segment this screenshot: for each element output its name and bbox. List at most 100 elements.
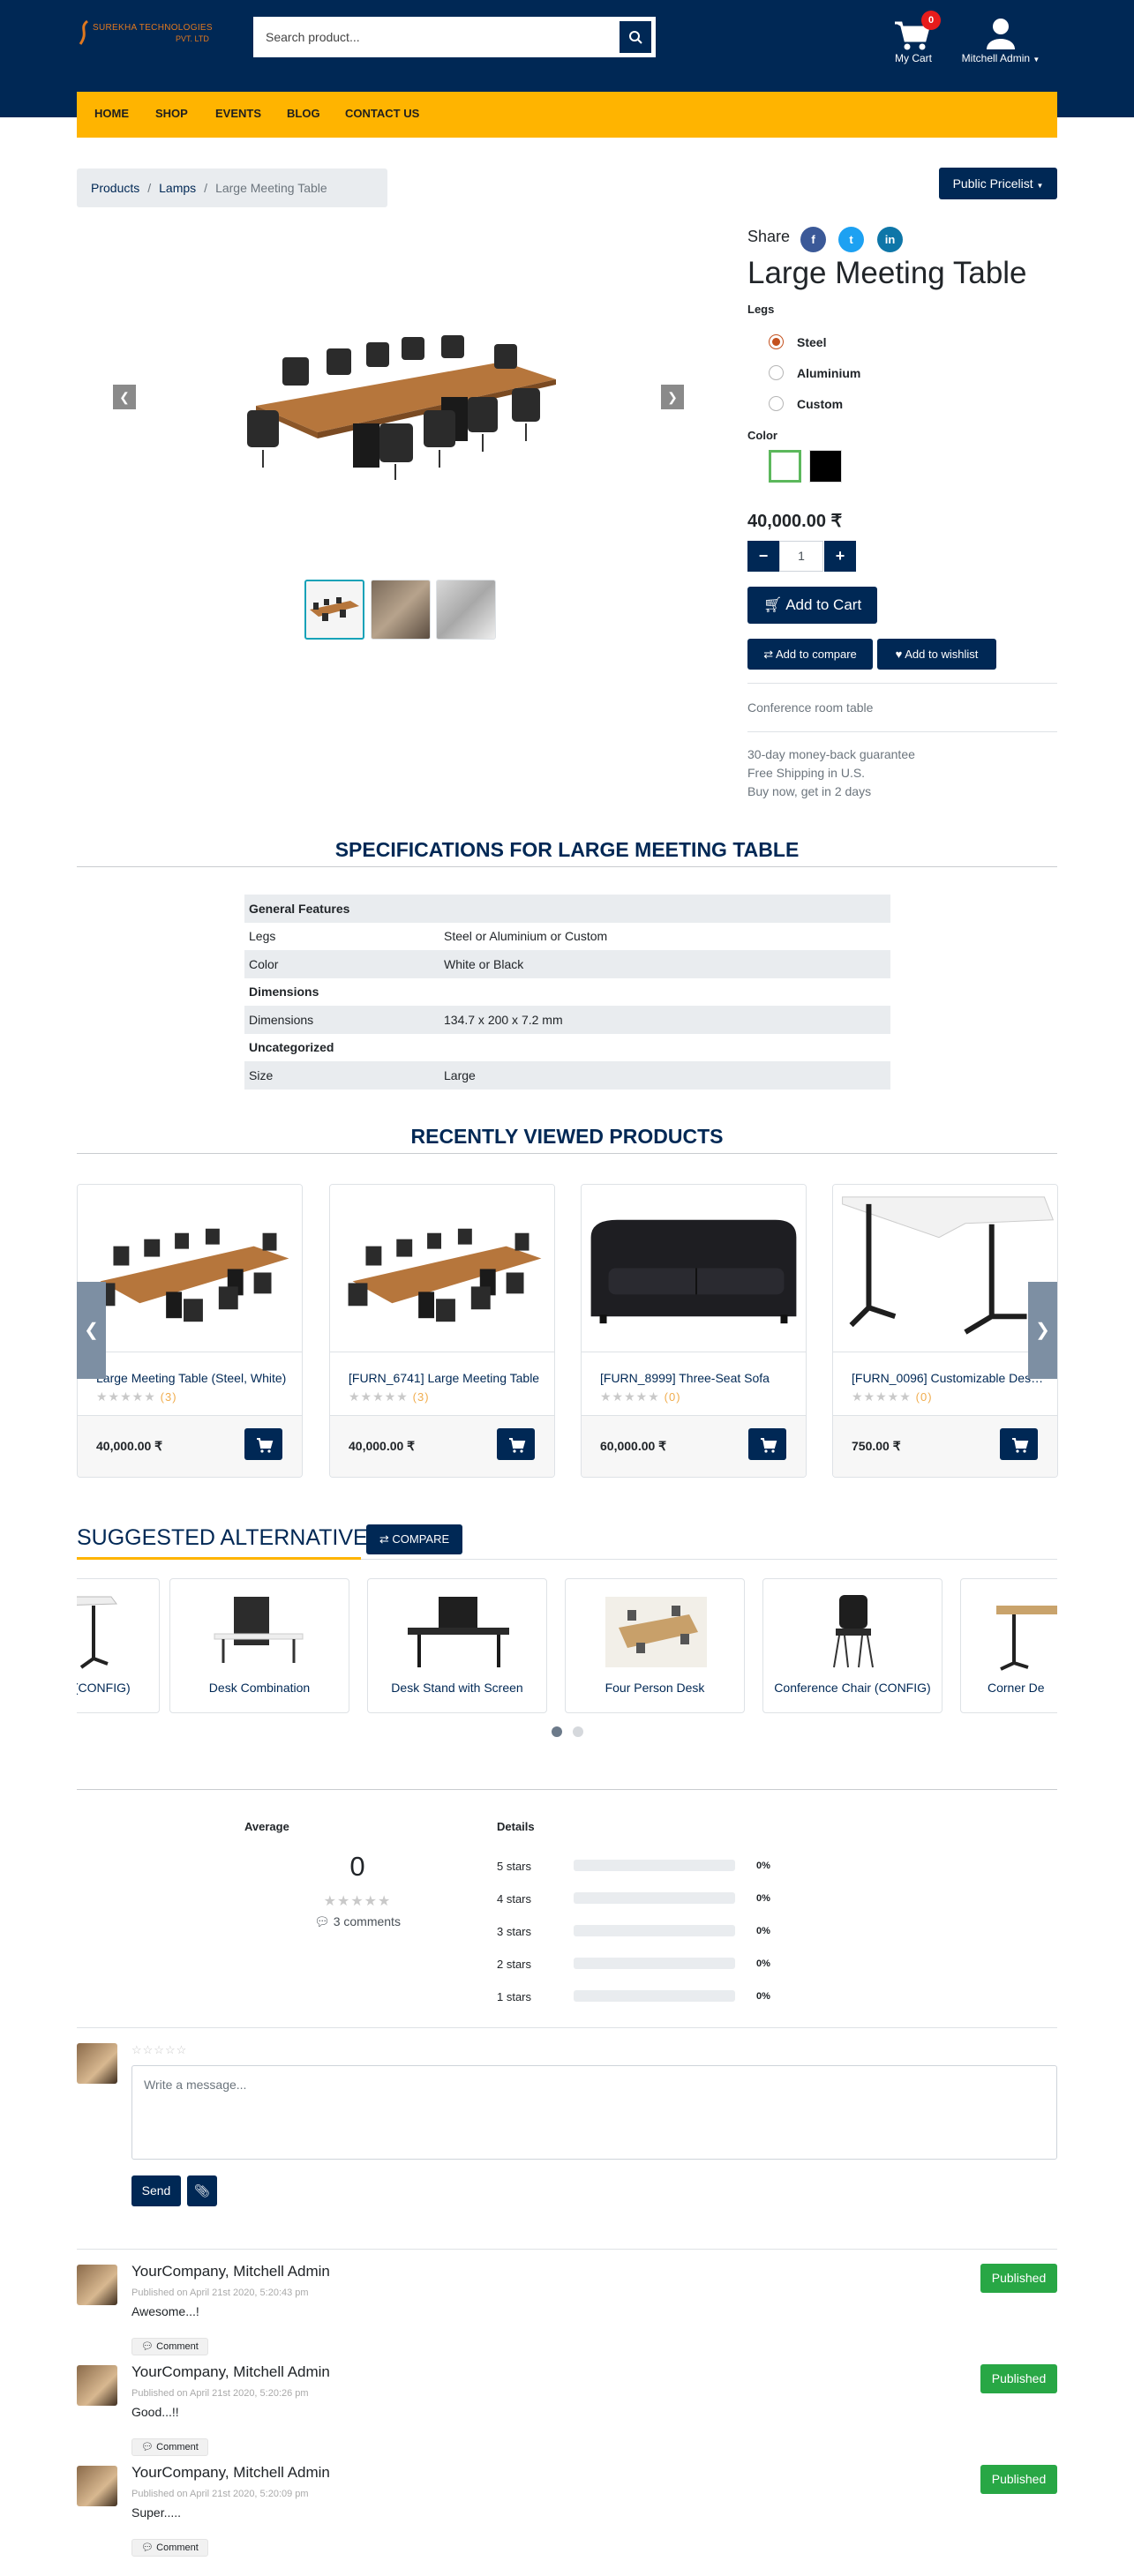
divider xyxy=(77,1153,1057,1154)
product-card-rating: ★★★★★ (0) xyxy=(852,1389,933,1404)
comment-reply-button[interactable]: 💬︎ Comment xyxy=(131,2338,208,2355)
color-swatch-black[interactable] xyxy=(809,450,842,483)
product-title: Large Meeting Table xyxy=(747,256,1027,290)
alternative-card[interactable]: sk (CONFIG) xyxy=(77,1578,160,1713)
thumbnail-3[interactable] xyxy=(436,580,496,640)
compare-button[interactable]: ⇄ COMPARE xyxy=(366,1524,462,1554)
spec-label: Dimensions xyxy=(244,1006,439,1034)
cart-link[interactable]: 0 My Cart xyxy=(890,11,941,69)
add-to-compare-button[interactable]: ⇄ Add to compare xyxy=(747,639,873,670)
company-logo[interactable]: SUREKHA TECHNOLOGIES PVT. LTD xyxy=(77,19,213,49)
product-card-name[interactable]: [FURN_8999] Three-Seat Sofa xyxy=(600,1371,794,1385)
facebook-share-icon[interactable]: f xyxy=(800,227,826,252)
divider xyxy=(77,1789,1057,1790)
add-to-cart-button[interactable] xyxy=(1000,1428,1038,1460)
alternative-card[interactable]: Desk Stand with Screen xyxy=(367,1578,547,1713)
nav-events[interactable]: EVENTS xyxy=(215,107,261,120)
breadcrumb-lamps[interactable]: Lamps xyxy=(159,181,196,195)
comment-reply-button[interactable]: 💬︎ Comment xyxy=(131,2539,208,2557)
nav-shop[interactable]: SHOP xyxy=(155,107,188,120)
spec-value: Steel or Aluminium or Custom xyxy=(444,929,608,944)
carousel-next-button[interactable]: ❯ xyxy=(661,385,684,409)
product-card[interactable]: [FURN_0096] Customizable Desk (Steel, Wh… xyxy=(832,1184,1058,1478)
add-to-cart-button[interactable] xyxy=(748,1428,786,1460)
product-card-name[interactable]: [FURN_6741] Large Meeting Table xyxy=(349,1371,543,1385)
published-toggle[interactable]: Published xyxy=(980,2364,1057,2393)
quantity-input[interactable]: 1 xyxy=(779,541,823,572)
add-to-wishlist-button[interactable]: ♥ Add to wishlist xyxy=(877,639,996,670)
guarantee-money-back: 30-day money-back guarantee xyxy=(747,747,915,761)
legs-radio-steel[interactable] xyxy=(769,334,784,349)
main-nav: HOME SHOP EVENTS BLOG CONTACT US xyxy=(77,92,1057,138)
nav-blog[interactable]: BLOG xyxy=(287,107,320,120)
rating-row-label: 2 stars xyxy=(497,1958,532,1971)
details-label: Details xyxy=(497,1820,535,1833)
product-card-image xyxy=(78,1185,302,1352)
add-to-compare-label: Add to compare xyxy=(776,648,857,661)
comment-icon: 💬︎ xyxy=(314,1914,330,1928)
thumbnail-2[interactable] xyxy=(371,580,431,640)
product-card[interactable]: Large Meeting Table (Steel, White) ★★★★★… xyxy=(77,1184,303,1478)
pricelist-dropdown[interactable]: Public Pricelist ▼ xyxy=(939,168,1057,199)
nav-contact-us[interactable]: CONTACT US xyxy=(345,107,419,120)
breadcrumb-products[interactable]: Products xyxy=(91,181,139,195)
message-textarea[interactable]: Write a message... xyxy=(131,2065,1057,2160)
quantity-decrease-button[interactable]: − xyxy=(747,541,779,572)
recent-prev-button[interactable]: ❮ xyxy=(77,1282,106,1379)
product-card-name[interactable]: Large Meeting Table (Steel, White) xyxy=(96,1371,290,1385)
product-card-name[interactable]: [FURN_0096] Customizable Desk (Steel, Wh… xyxy=(852,1371,1046,1385)
search-button[interactable] xyxy=(618,19,653,55)
cart-icon xyxy=(257,1438,274,1453)
caret-down-icon: ▼ xyxy=(1033,56,1040,64)
product-card[interactable]: [FURN_8999] Three-Seat Sofa ★★★★★ (0) 60… xyxy=(581,1184,807,1478)
add-to-cart-button[interactable]: 🛒︎ Add to Cart xyxy=(747,587,877,624)
spec-label: Legs xyxy=(249,929,276,944)
average-rating-stars: ★★★★★ xyxy=(323,1894,392,1909)
comment-reply-label: Comment xyxy=(156,2341,199,2352)
alternative-card[interactable]: Conference Chair (CONFIG) xyxy=(762,1578,942,1713)
rating-input-stars[interactable]: ☆☆☆☆☆ xyxy=(131,2043,187,2057)
alternative-card[interactable]: Desk Combination xyxy=(169,1578,349,1713)
user-menu[interactable]: Mitchell Admin ▼ xyxy=(955,16,1047,72)
search-input[interactable]: Search product... xyxy=(256,19,618,55)
product-card-rating: ★★★★★ (3) xyxy=(349,1389,430,1404)
average-rating-value: 0 xyxy=(349,1851,365,1882)
legs-radio-aluminium[interactable] xyxy=(769,365,784,380)
add-to-cart-button[interactable] xyxy=(244,1428,282,1460)
published-toggle[interactable]: Published xyxy=(980,2465,1057,2494)
color-swatch-white[interactable] xyxy=(769,450,801,483)
rating-row-label: 1 stars xyxy=(497,1990,532,2003)
alternative-card[interactable]: Corner De xyxy=(960,1578,1057,1713)
spec-group-label: General Features xyxy=(244,895,439,923)
spec-value: Large xyxy=(439,1061,890,1090)
alternative-image xyxy=(996,1606,1057,1671)
linkedin-share-icon[interactable]: in xyxy=(877,227,903,252)
comment-reply-button[interactable]: 💬︎ Comment xyxy=(131,2438,208,2456)
product-card-footer: 40,000.00 ₹ xyxy=(78,1415,302,1477)
carousel-indicator[interactable] xyxy=(573,1726,583,1737)
recent-next-button[interactable]: ❯ xyxy=(1028,1282,1057,1379)
alternative-image xyxy=(833,1595,874,1668)
product-card-image xyxy=(330,1185,554,1352)
spec-value: White or Black xyxy=(439,950,890,978)
quantity-increase-button[interactable]: + xyxy=(824,541,856,572)
rating-percent: 0% xyxy=(756,1861,770,1871)
rating-row-label: 5 stars xyxy=(497,1860,532,1873)
carousel-prev-button[interactable]: ❮ xyxy=(113,385,136,409)
legs-label: Legs xyxy=(747,303,775,316)
send-button[interactable]: Send xyxy=(131,2175,181,2206)
carousel-indicator-active[interactable] xyxy=(552,1726,562,1737)
nav-home[interactable]: HOME xyxy=(94,107,129,120)
thumbnail-image xyxy=(310,597,359,621)
add-to-cart-button[interactable] xyxy=(497,1428,535,1460)
attach-button[interactable]: 📎︎ xyxy=(187,2175,217,2206)
legs-radio-custom[interactable] xyxy=(769,396,784,411)
product-card[interactable]: [FURN_6741] Large Meeting Table ★★★★★ (3… xyxy=(329,1184,555,1478)
alternatives-carousel: sk (CONFIG) Desk Combination Desk Stand … xyxy=(77,1578,1057,1715)
alternative-name: Desk Stand with Screen xyxy=(391,1681,523,1695)
twitter-share-icon[interactable]: t xyxy=(838,227,864,252)
published-toggle[interactable]: Published xyxy=(980,2264,1057,2293)
alternative-card[interactable]: Four Person Desk xyxy=(565,1578,745,1713)
chevron-right-icon: ❯ xyxy=(1035,1321,1050,1340)
thumbnail-1[interactable] xyxy=(304,580,364,640)
